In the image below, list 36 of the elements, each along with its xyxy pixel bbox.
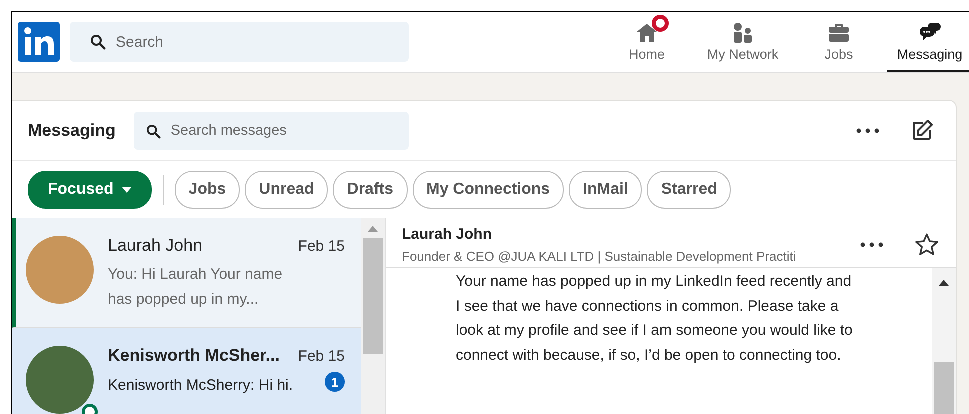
contact-name: Kenisworth McSher... (108, 346, 280, 366)
filter-pill[interactable]: Focused (28, 170, 152, 208)
arrow-up-icon[interactable] (939, 280, 949, 286)
messaging-title: Messaging (28, 120, 116, 140)
unread-count-badge: 1 (325, 372, 345, 392)
message-date: Feb 15 (298, 348, 345, 365)
briefcase-icon (827, 21, 851, 45)
contact-headline: Founder & CEO @JUA KALI LTD | Sustainable Development Practiti (402, 248, 798, 264)
message-preview: Kenisworth McSherry: Hi hi. (108, 376, 294, 396)
contact-name[interactable]: Laurah John (402, 226, 836, 242)
message-preview: You: Hi Laurah Your name has popped up in my... (108, 265, 284, 310)
filter-pill[interactable]: InMail (569, 170, 642, 208)
filter-pill[interactable]: Unread (245, 170, 328, 208)
message-date: Feb 15 (298, 238, 345, 255)
filter-pill[interactable]: Drafts (333, 170, 408, 208)
nav-item[interactable]: Home (599, 12, 695, 72)
filter-pill[interactable]: Jobs (174, 170, 240, 208)
search-messages-field[interactable]: Search messages (134, 112, 409, 150)
nav-item[interactable]: My Network (695, 12, 791, 72)
filter-pill[interactable]: Starred (647, 170, 732, 208)
caret-icon (122, 186, 132, 192)
logo-icon[interactable] (18, 22, 60, 62)
house-icon (635, 21, 659, 45)
conversation-item[interactable]: Kenisworth McSher... Feb 15 Kenisworth McSherry: Hi hi. 1 (12, 328, 361, 414)
message-text: Your name has popped up in my LinkedIn feed recently and I see that we have connections in common. Please take a look at my profile and see if I am someone you would like to connect with because, if so, I’d be open to connecting too. (456, 272, 854, 366)
search-icon (146, 124, 161, 138)
nav-item[interactable]: Messaging (887, 12, 969, 72)
conversation-item[interactable]: Laurah John Feb 15 You: Hi Laurah Your name has popped up in my... (12, 218, 361, 328)
people-icon (731, 21, 755, 45)
filter-pill[interactable]: My Connections (412, 170, 564, 208)
scrollbar[interactable] (361, 218, 385, 414)
search-icon (90, 34, 106, 50)
nav-item[interactable]: Jobs (791, 12, 887, 72)
search-field[interactable]: Search (70, 22, 409, 62)
contact-name: Laurah John (108, 236, 203, 256)
scrollbar[interactable] (932, 268, 956, 414)
